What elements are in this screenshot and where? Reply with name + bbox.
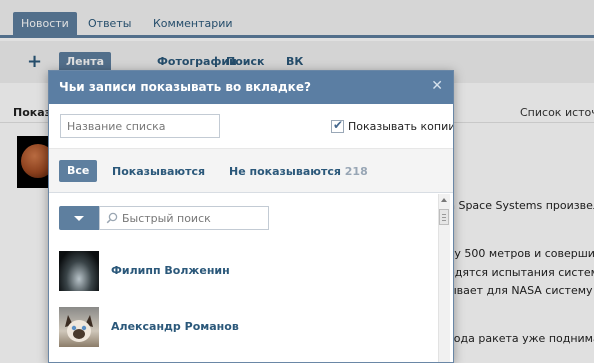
show-copies-label[interactable]: Показывать копии [348,120,453,133]
dialog-title: Чьи записи показывать во вкладке? [59,80,311,94]
filter-shown-link[interactable]: Показываются [112,165,205,178]
scroll-up-icon[interactable] [441,198,447,202]
quick-search-input[interactable] [122,208,266,228]
search-icon [106,212,118,224]
filter-all-button[interactable]: Все [59,160,98,182]
close-icon[interactable]: ✕ [431,78,443,94]
filter-hidden-link[interactable]: Не показываются 218 [229,165,368,178]
avatar [59,251,99,291]
show-copies-checkbox[interactable]: ✔ [331,118,344,133]
chevron-down-icon[interactable] [59,206,99,230]
friend-name[interactable]: Александр Романов [111,320,239,333]
dialog-header: Чьи записи показывать во вкладке? ✕ [49,71,453,104]
feed-filter-dialog: Чьи записи показывать во вкладке? ✕ ✔ По… [48,70,454,363]
cat-avatar-icon [65,315,93,342]
list-item[interactable]: Филипп Волженин [59,251,439,293]
friend-name[interactable]: Филипп Волженин [111,264,230,277]
list-item[interactable]: Александр Романов [59,307,439,349]
scrollbar-thumb[interactable] [439,209,449,225]
list-name-input[interactable] [60,114,220,138]
hidden-count: 218 [344,165,368,178]
avatar [59,307,99,347]
quick-search-box[interactable] [99,206,269,230]
filter-hidden-label: Не показываются [229,165,341,178]
checkmark-icon: ✔ [333,118,344,132]
